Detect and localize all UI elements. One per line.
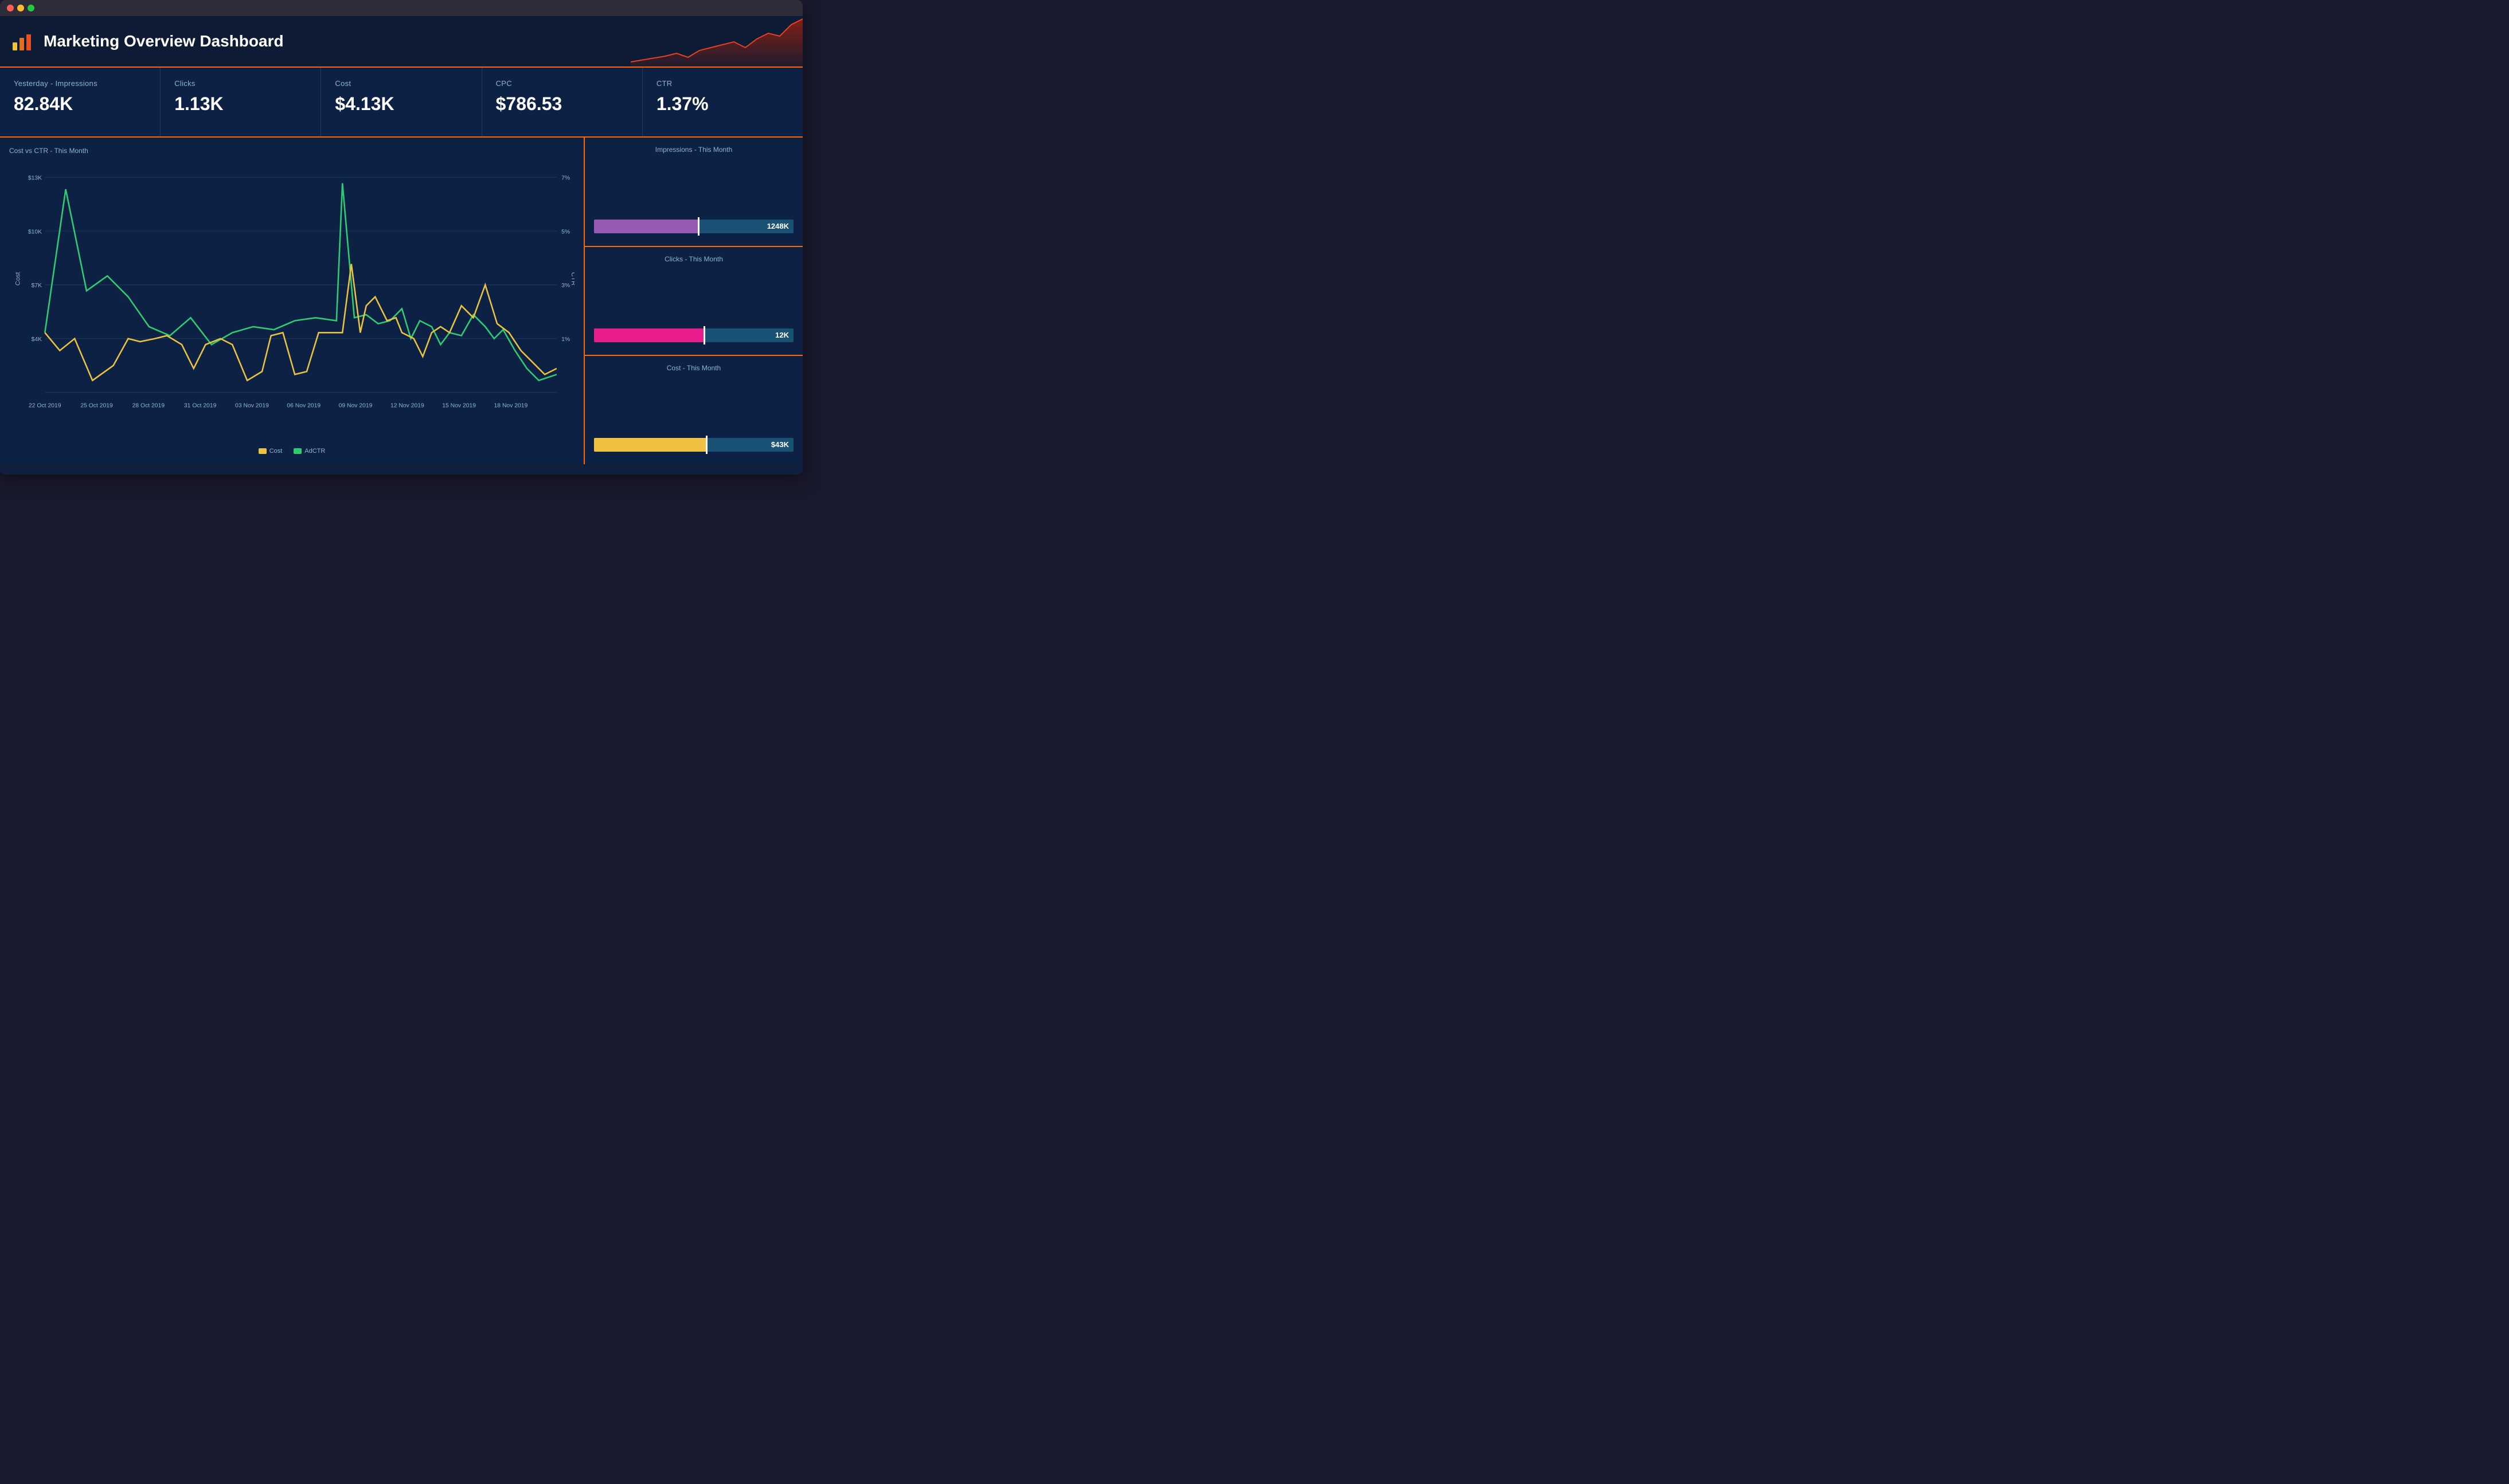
main-chart-svg: $13K $10K $7K $4K 7% 5% 3% 1% Cost CTR [9, 159, 575, 440]
kpi-label-cost: Cost [335, 79, 467, 88]
bullet-fill-impressions [594, 220, 698, 233]
metric-card-impressions: Impressions - This Month 1248K [585, 138, 803, 247]
metric-title-impressions: Impressions - This Month [594, 146, 794, 154]
header: Marketing Overview Dashboard [0, 16, 803, 68]
legend-cost: Cost [259, 448, 283, 455]
chart-area: $13K $10K $7K $4K 7% 5% 3% 1% Cost CTR [9, 159, 575, 440]
bullet-fill-cost [594, 438, 706, 452]
svg-text:03 Nov 2019: 03 Nov 2019 [235, 403, 269, 409]
close-button[interactable] [7, 5, 14, 11]
kpi-value-clicks: 1.13K [174, 93, 307, 115]
kpi-value-ctr: 1.37% [656, 93, 789, 115]
metric-card-clicks: Clicks - This Month 12K [585, 247, 803, 357]
svg-text:$7K: $7K [32, 283, 42, 289]
kpi-card-cost: Cost $4.13K [321, 68, 482, 136]
bullet-marker-clicks [704, 326, 705, 344]
kpi-card-impressions: Yesterday - Impressions 82.84K [0, 68, 161, 136]
kpi-label-ctr: CTR [656, 79, 789, 88]
svg-text:CTR: CTR [570, 272, 575, 286]
svg-text:28 Oct 2019: 28 Oct 2019 [132, 403, 165, 409]
metric-title-clicks: Clicks - This Month [594, 255, 794, 263]
kpi-value-impressions: 82.84K [14, 93, 146, 115]
right-panel: Impressions - This Month 1248K Clicks - … [585, 138, 803, 464]
svg-text:$13K: $13K [28, 175, 42, 181]
kpi-bar: Yesterday - Impressions 82.84K Clicks 1.… [0, 68, 803, 138]
kpi-label-impressions: Yesterday - Impressions [14, 79, 146, 88]
svg-text:3%: 3% [561, 283, 570, 289]
bullet-fill-clicks [594, 328, 704, 342]
svg-text:5%: 5% [561, 229, 570, 235]
svg-text:22 Oct 2019: 22 Oct 2019 [29, 403, 61, 409]
svg-text:09 Nov 2019: 09 Nov 2019 [339, 403, 373, 409]
svg-text:1%: 1% [561, 336, 570, 343]
bullet-marker-cost [706, 436, 708, 454]
svg-text:7%: 7% [561, 175, 570, 181]
kpi-value-cpc: $786.53 [496, 93, 628, 115]
legend-adctr: AdCTR [294, 448, 325, 455]
kpi-label-clicks: Clicks [174, 79, 307, 88]
app-container: Marketing Overview Dashboard Yesterday -… [0, 16, 803, 475]
bullet-chart-cost: $43K [594, 433, 794, 456]
kpi-label-cpc: CPC [496, 79, 628, 88]
bullet-chart-clicks: 12K [594, 324, 794, 347]
chart-title: Cost vs CTR - This Month [9, 147, 575, 155]
maximize-button[interactable] [28, 5, 34, 11]
svg-text:25 Oct 2019: 25 Oct 2019 [80, 403, 113, 409]
legend-cost-label: Cost [269, 448, 283, 455]
svg-text:$4K: $4K [32, 336, 42, 343]
svg-text:$10K: $10K [28, 229, 42, 235]
bullet-value-impressions: 1248K [767, 222, 789, 230]
kpi-card-cpc: CPC $786.53 [482, 68, 643, 136]
legend-adctr-label: AdCTR [304, 448, 325, 455]
header-sparkline [631, 16, 803, 68]
bullet-marker-impressions [698, 217, 699, 236]
kpi-card-clicks: Clicks 1.13K [161, 68, 321, 136]
app-window: Marketing Overview Dashboard Yesterday -… [0, 0, 803, 475]
chart-legend: Cost AdCTR [9, 448, 575, 455]
kpi-card-ctr: CTR 1.37% [643, 68, 803, 136]
legend-adctr-color [294, 448, 302, 454]
svg-text:12 Nov 2019: 12 Nov 2019 [390, 403, 424, 409]
metric-title-cost: Cost - This Month [594, 364, 794, 372]
svg-text:31 Oct 2019: 31 Oct 2019 [184, 403, 217, 409]
main-content: Cost vs CTR - This Month $13K $10K $7K [0, 138, 803, 464]
kpi-value-cost: $4.13K [335, 93, 467, 115]
bullet-value-cost: $43K [771, 440, 789, 449]
title-bar [0, 0, 803, 16]
bullet-value-clicks: 12K [775, 331, 789, 339]
logo-icon [11, 30, 34, 53]
legend-cost-color [259, 448, 267, 454]
svg-text:15 Nov 2019: 15 Nov 2019 [442, 403, 476, 409]
metric-card-cost: Cost - This Month $43K [585, 356, 803, 464]
svg-text:06 Nov 2019: 06 Nov 2019 [287, 403, 321, 409]
bullet-chart-impressions: 1248K [594, 215, 794, 238]
svg-text:18 Nov 2019: 18 Nov 2019 [494, 403, 528, 409]
chart-panel: Cost vs CTR - This Month $13K $10K $7K [0, 138, 585, 464]
minimize-button[interactable] [17, 5, 24, 11]
svg-text:Cost: Cost [15, 272, 22, 285]
